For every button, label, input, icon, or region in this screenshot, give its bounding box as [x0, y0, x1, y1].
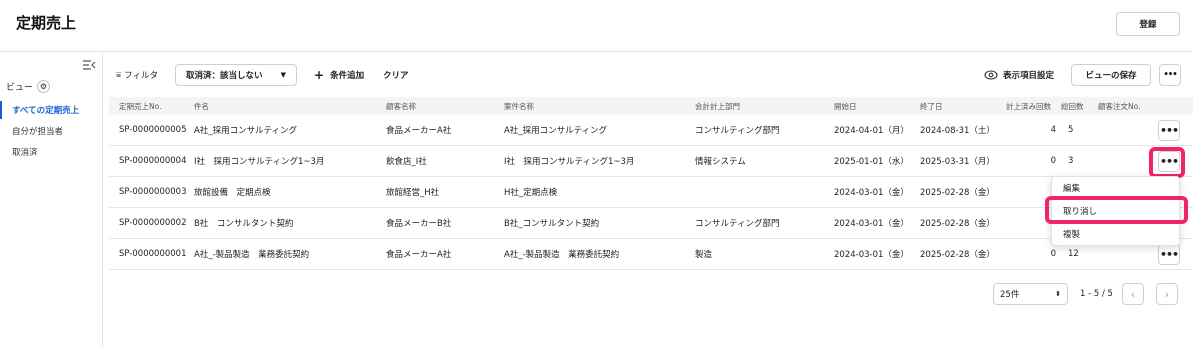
- cell-subject: 旅館設備 定期点検: [194, 188, 271, 198]
- filter-select[interactable]: 取消済：該当しない ▼: [175, 64, 297, 86]
- page-size-select[interactable]: 25件 ⬍: [993, 283, 1068, 305]
- cell-start: 2024-03-01（金）: [834, 219, 909, 229]
- cell-end: 2025-02-28（金）: [920, 219, 995, 229]
- cell-no: SP-0000000002: [119, 218, 187, 228]
- cell-customer: 飲食店_I社: [386, 157, 427, 167]
- cell-start: 2024-03-01（金）: [834, 250, 909, 260]
- filter-value: 取消済：該当しない: [186, 71, 263, 81]
- cell-dept: 情報システム: [695, 157, 746, 167]
- cell-dept: コンサルティング部門: [695, 219, 780, 229]
- save-view-button[interactable]: ビューの保存: [1071, 64, 1151, 86]
- page-range: 1 - 5 / 5: [1080, 289, 1113, 299]
- highlight-cancel-item: [1045, 196, 1188, 224]
- cell-total: 5: [1068, 125, 1074, 135]
- cell-no: SP-0000000001: [119, 249, 187, 259]
- menu-item-edit[interactable]: 編集: [1052, 179, 1181, 197]
- cell-dept: 製造: [695, 250, 713, 260]
- sidebar-item-mine[interactable]: 自分が担当者: [0, 122, 102, 140]
- cell-end: 2025-02-28（金）: [920, 250, 995, 260]
- table-row[interactable]: SP-0000000004 I社 採用コンサルティング1~3月 飲食店_I社 I社 採…: [109, 146, 1193, 177]
- cell-posted: 0: [1050, 156, 1056, 166]
- col-customer[interactable]: 顧客名称: [386, 97, 416, 115]
- prev-page-button[interactable]: ‹: [1122, 283, 1144, 305]
- table-row[interactable]: SP-0000000001 A社_-製品製造 業務委託契約 食品メーカーA社 A社_-…: [109, 239, 1193, 270]
- col-dept[interactable]: 会計計上部門: [695, 97, 740, 115]
- cell-no: SP-0000000003: [119, 187, 187, 197]
- row-more-button[interactable]: •••: [1158, 120, 1180, 141]
- toolbar-more-button[interactable]: •••: [1159, 64, 1181, 86]
- highlight-more-button: [1149, 147, 1185, 178]
- eye-icon: [984, 70, 998, 80]
- col-subject[interactable]: 件名: [194, 97, 209, 115]
- updown-icon: ⬍: [1055, 290, 1061, 298]
- sidebar-item-all[interactable]: すべての定期売上: [0, 101, 102, 119]
- col-total[interactable]: 総回数: [1061, 97, 1084, 115]
- cell-no: SP-0000000005: [119, 125, 187, 135]
- gear-icon[interactable]: ⚙: [37, 80, 51, 93]
- table-row[interactable]: SP-0000000002 B社 コンサルタント契約 食品メーカーB社 B社_コンサル…: [109, 208, 1193, 239]
- row-more-button[interactable]: •••: [1158, 244, 1180, 265]
- cell-project: A社_-製品製造 業務委託契約: [504, 250, 620, 260]
- filter-label: フィルタ: [124, 71, 159, 81]
- cell-subject: I社 採用コンサルティング1~3月: [194, 157, 325, 167]
- register-button[interactable]: 登録: [1116, 12, 1180, 36]
- add-condition-label: 条件追加: [330, 71, 365, 81]
- display-settings-button[interactable]: 表示項目設定: [984, 64, 1054, 86]
- cell-no: SP-0000000004: [119, 156, 187, 166]
- plus-icon: +: [314, 68, 325, 82]
- cell-customer: 食品メーカーB社: [386, 219, 452, 229]
- cell-start: 2024-04-01（月）: [834, 126, 909, 136]
- next-page-button[interactable]: ›: [1156, 283, 1178, 305]
- recurring-sales-table: 定期売上No. 件名 顧客名称 案件名称 会計計上部門 開始日 終了日 計上済み…: [109, 97, 1193, 270]
- table-header: 定期売上No. 件名 顧客名称 案件名称 会計計上部門 開始日 終了日 計上済み…: [109, 97, 1193, 115]
- cell-project: I社 採用コンサルティング1~3月: [504, 157, 635, 167]
- table-row[interactable]: SP-0000000005 A社_採用コンサルティング 食品メーカーA社 A社_採用コ…: [109, 115, 1193, 146]
- cell-dept: コンサルティング部門: [695, 126, 780, 136]
- table-row[interactable]: SP-0000000003 旅館設備 定期点検 旅館経営_H社 H社_定期点検 2024…: [109, 177, 1193, 208]
- col-end[interactable]: 終了日: [920, 97, 943, 115]
- cell-customer: 食品メーカーA社: [386, 126, 452, 136]
- table-body: SP-0000000005 A社_採用コンサルティング 食品メーカーA社 A社_採用コ…: [109, 115, 1193, 270]
- cell-total: 3: [1068, 156, 1074, 166]
- clear-button[interactable]: クリア: [383, 64, 409, 86]
- cell-project: B社_コンサルタント契約: [504, 219, 600, 229]
- cell-end: 2025-02-28（金）: [920, 188, 995, 198]
- cell-end: 2024-08-31（土）: [920, 126, 995, 136]
- view-heading: ビュー ⚙: [6, 80, 51, 93]
- cell-start: 2025-01-01（水）: [834, 157, 909, 167]
- cell-subject: A社_-製品製造 業務委託契約: [194, 250, 310, 260]
- cell-posted: 0: [1050, 249, 1056, 259]
- add-condition-button[interactable]: + 条件追加: [314, 64, 364, 86]
- page-title: 定期売上: [16, 14, 77, 32]
- view-sidebar: ビュー ⚙ すべての定期売上 自分が担当者 取消済: [0, 53, 103, 347]
- page-size-value: 25件: [1000, 290, 1020, 300]
- filter-label-group: ⩸ フィルタ: [116, 64, 158, 86]
- view-label: ビュー: [6, 83, 34, 93]
- cell-start: 2024-03-01（金）: [834, 188, 909, 198]
- col-project[interactable]: 案件名称: [504, 97, 534, 115]
- col-order-no[interactable]: 顧客注文No.: [1098, 97, 1140, 115]
- cell-customer: 食品メーカーA社: [386, 250, 452, 260]
- page-header: 定期売上 登録: [0, 0, 1193, 52]
- col-start[interactable]: 開始日: [834, 97, 857, 115]
- cell-project: H社_定期点検: [504, 188, 558, 198]
- cell-end: 2025-03-31（月）: [920, 157, 995, 167]
- menu-item-duplicate[interactable]: 複製: [1052, 225, 1181, 243]
- cell-subject: B社 コンサルタント契約: [194, 219, 294, 229]
- collapse-sidebar-icon[interactable]: [82, 59, 96, 71]
- cell-project: A社_採用コンサルティング: [504, 126, 608, 136]
- toolbar: ⩸ フィルタ 取消済：該当しない ▼ + 条件追加 クリア 表示項目設定 ビュー…: [116, 64, 1181, 86]
- chevron-down-icon: ▼: [280, 71, 286, 79]
- sidebar-item-cancelled[interactable]: 取消済: [0, 143, 102, 161]
- filter-icon: ⩸: [116, 70, 122, 80]
- cell-posted: 4: [1050, 125, 1056, 135]
- col-no[interactable]: 定期売上No.: [119, 97, 161, 115]
- cell-subject: A社_採用コンサルティング: [194, 126, 298, 136]
- cell-customer: 旅館経営_H社: [386, 188, 440, 198]
- col-posted[interactable]: 計上済み回数: [1006, 97, 1051, 115]
- display-settings-label: 表示項目設定: [1003, 71, 1055, 81]
